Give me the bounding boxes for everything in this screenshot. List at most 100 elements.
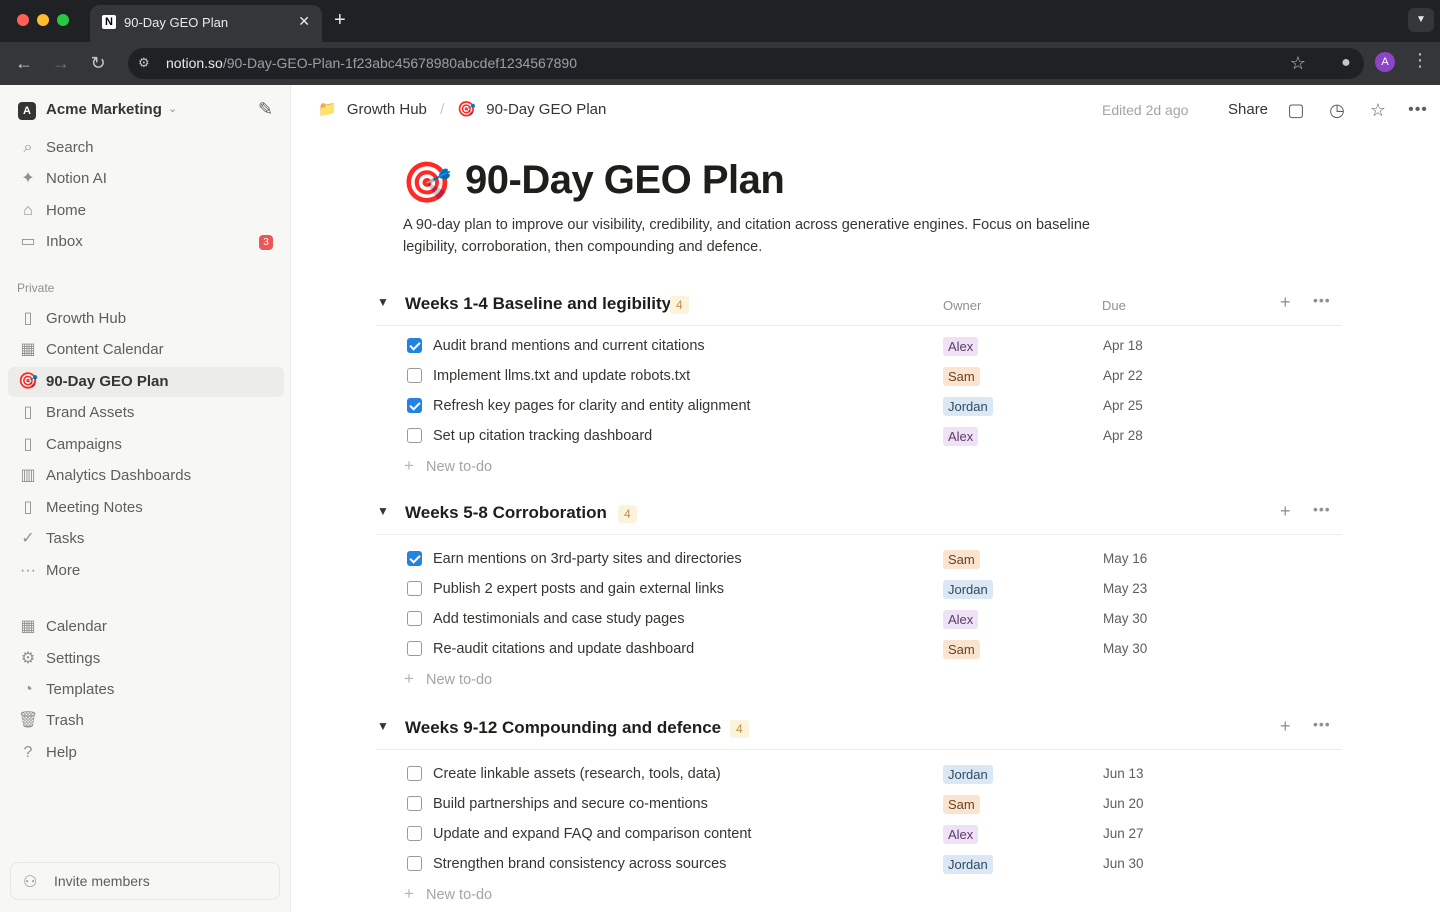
- bookmark-star-icon[interactable]: ☆: [1286, 51, 1310, 75]
- sidebar-item-more[interactable]: ··· More: [8, 556, 284, 586]
- owner-tag[interactable]: Jordan: [943, 765, 993, 784]
- browser-tab[interactable]: N 90-Day GEO Plan ✕: [90, 5, 322, 42]
- owner-tag[interactable]: Sam: [943, 367, 980, 386]
- more-options-icon[interactable]: •••: [1313, 501, 1331, 517]
- due-date[interactable]: Jun 27: [1103, 826, 1144, 841]
- owner-tag[interactable]: Alex: [943, 427, 979, 446]
- comments-icon[interactable]: ▢: [1284, 98, 1308, 122]
- profile-avatar[interactable]: A: [1375, 52, 1395, 72]
- close-window-button[interactable]: [17, 14, 29, 26]
- due-date[interactable]: Jun 30: [1103, 856, 1144, 871]
- breadcrumb-90-day-geo-plan[interactable]: 90-Day GEO Plan: [486, 101, 606, 118]
- sidebar-item-brand-assets[interactable]: ▯ Brand Assets: [8, 398, 284, 428]
- minimize-window-button[interactable]: [37, 14, 49, 26]
- sidebar-item-settings[interactable]: ⚙ Settings: [8, 644, 284, 674]
- sidebar-item-home[interactable]: ⌂ Home: [8, 196, 284, 226]
- due-date[interactable]: Jun 13: [1103, 766, 1144, 781]
- sidebar-item-help[interactable]: ? Help: [8, 738, 284, 768]
- sidebar-item-campaigns[interactable]: ▯ Campaigns: [8, 430, 284, 460]
- add-icon[interactable]: +: [1280, 501, 1291, 522]
- todo-text[interactable]: Update and expand FAQ and comparison con…: [433, 826, 751, 842]
- new-todo-button[interactable]: + New to-do: [376, 451, 1342, 483]
- todo-checkbox[interactable]: [407, 611, 422, 626]
- owner-tag[interactable]: Jordan: [943, 855, 993, 874]
- collapse-toggle-icon[interactable]: ▼: [377, 719, 389, 733]
- due-date[interactable]: Jun 20: [1103, 796, 1144, 811]
- due-date[interactable]: May 16: [1103, 551, 1147, 566]
- new-tab-icon[interactable]: +: [334, 9, 346, 31]
- breadcrumb-growth-hub[interactable]: Growth Hub: [347, 101, 427, 118]
- todo-checkbox[interactable]: [407, 338, 422, 353]
- owner-tag[interactable]: Alex: [943, 610, 979, 629]
- todo-text[interactable]: Add testimonials and case study pages: [433, 611, 684, 627]
- due-date[interactable]: May 30: [1103, 611, 1147, 626]
- add-icon[interactable]: +: [1280, 716, 1291, 737]
- new-page-icon[interactable]: ✎: [258, 99, 273, 120]
- share-button[interactable]: Share: [1228, 101, 1268, 118]
- sidebar-item-calendar[interactable]: ▦ Calendar: [8, 612, 284, 642]
- sidebar-item-search[interactable]: ⌕ Search: [8, 133, 284, 163]
- todo-checkbox[interactable]: [407, 581, 422, 596]
- history-clock-icon[interactable]: ◷: [1325, 98, 1349, 122]
- more-options-icon[interactable]: •••: [1406, 98, 1430, 122]
- todo-text[interactable]: Create linkable assets (research, tools,…: [433, 766, 721, 782]
- collapse-toggle-icon[interactable]: ▼: [377, 295, 389, 309]
- group-title[interactable]: Weeks 5-8 Corroboration: [405, 503, 607, 523]
- todo-checkbox[interactable]: [407, 551, 422, 566]
- due-date[interactable]: Apr 22: [1103, 368, 1143, 383]
- site-settings-icon[interactable]: ⚙: [138, 55, 150, 71]
- owner-tag[interactable]: Jordan: [943, 397, 993, 416]
- sidebar-item-inbox[interactable]: ▭ Inbox 3: [8, 227, 284, 257]
- sidebar-item-analytics-dashboards[interactable]: ▥ Analytics Dashboards: [8, 461, 284, 491]
- todo-checkbox[interactable]: [407, 641, 422, 656]
- due-date[interactable]: May 23: [1103, 581, 1147, 596]
- todo-text[interactable]: Re-audit citations and update dashboard: [433, 641, 694, 657]
- group-title[interactable]: Weeks 1-4 Baseline and legibility: [405, 294, 671, 314]
- due-date[interactable]: Apr 25: [1103, 398, 1143, 413]
- todo-text[interactable]: Build partnerships and secure co-mention…: [433, 796, 708, 812]
- sidebar-item-trash[interactable]: 🗑 Trash: [8, 706, 284, 736]
- due-date[interactable]: Apr 28: [1103, 428, 1143, 443]
- browser-menu-icon[interactable]: ⋮: [1410, 50, 1430, 71]
- todo-text[interactable]: Strengthen brand consistency across sour…: [433, 856, 726, 872]
- sidebar-item-templates[interactable]: ◔ Templates: [8, 675, 284, 705]
- new-todo-button[interactable]: + New to-do: [376, 879, 1342, 911]
- back-arrow-icon[interactable]: ←: [12, 51, 36, 75]
- owner-tag[interactable]: Sam: [943, 550, 980, 569]
- favorite-star-icon[interactable]: ☆: [1366, 98, 1390, 122]
- sidebar-item-growth-hub[interactable]: ▯ Growth Hub: [8, 304, 284, 334]
- sidebar-item-meeting-notes[interactable]: ▯ Meeting Notes: [8, 493, 284, 523]
- owner-tag[interactable]: Alex: [943, 337, 979, 356]
- sidebar-item-content-calendar[interactable]: ▦ Content Calendar: [8, 335, 284, 365]
- sidebar-item-tasks[interactable]: ✓ Tasks: [8, 524, 284, 554]
- new-todo-button[interactable]: + New to-do: [376, 664, 1342, 696]
- todo-checkbox[interactable]: [407, 796, 422, 811]
- group-title[interactable]: Weeks 9-12 Compounding and defence: [405, 718, 721, 738]
- invite-members-button[interactable]: ⚇ Invite members: [10, 862, 280, 900]
- due-date[interactable]: Apr 18: [1103, 338, 1143, 353]
- todo-text[interactable]: Set up citation tracking dashboard: [433, 428, 652, 444]
- todo-text[interactable]: Earn mentions on 3rd-party sites and dir…: [433, 551, 742, 567]
- forward-arrow-icon[interactable]: →: [49, 51, 73, 75]
- sidebar-item-90-day-geo-plan[interactable]: 🎯 90-Day GEO Plan: [8, 367, 284, 397]
- owner-tag[interactable]: Jordan: [943, 580, 993, 599]
- todo-checkbox[interactable]: [407, 398, 422, 413]
- add-icon[interactable]: +: [1280, 292, 1291, 313]
- page-title[interactable]: 90-Day GEO Plan: [465, 158, 785, 203]
- todo-text[interactable]: Refresh key pages for clarity and entity…: [433, 398, 751, 414]
- todo-text[interactable]: Audit brand mentions and current citatio…: [433, 338, 705, 354]
- more-options-icon[interactable]: •••: [1313, 716, 1331, 732]
- owner-tag[interactable]: Sam: [943, 795, 980, 814]
- todo-checkbox[interactable]: [407, 368, 422, 383]
- reload-icon[interactable]: ↻: [86, 51, 110, 75]
- page-description[interactable]: A 90-day plan to improve our visibility,…: [403, 214, 1123, 258]
- page-emoji-icon[interactable]: 🎯: [402, 158, 452, 208]
- collapse-toggle-icon[interactable]: ▼: [377, 504, 389, 518]
- todo-checkbox[interactable]: [407, 856, 422, 871]
- due-date[interactable]: May 30: [1103, 641, 1147, 656]
- todo-text[interactable]: Implement llms.txt and update robots.txt: [433, 368, 690, 384]
- owner-tag[interactable]: Alex: [943, 825, 979, 844]
- todo-checkbox[interactable]: [407, 428, 422, 443]
- todo-text[interactable]: Publish 2 expert posts and gain external…: [433, 581, 724, 597]
- sidebar-item-notion-ai[interactable]: ✦ Notion AI: [8, 164, 284, 194]
